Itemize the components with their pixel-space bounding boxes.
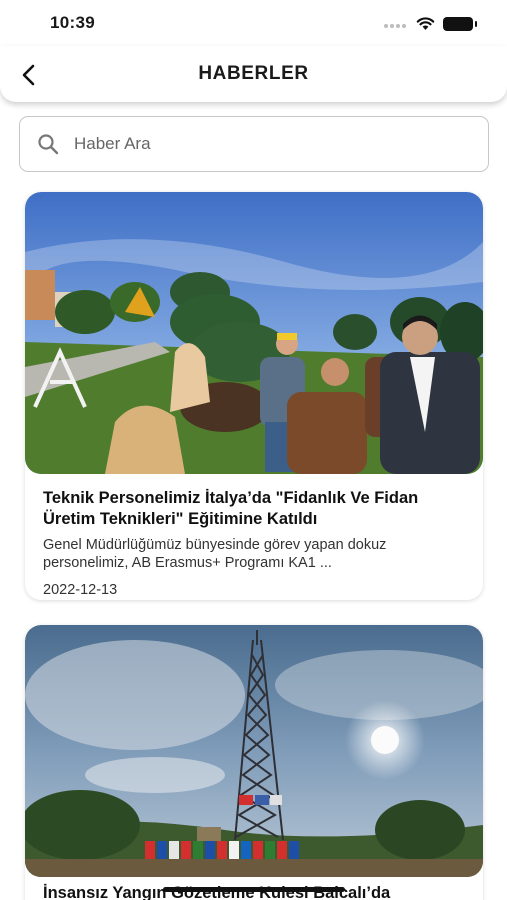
- page-title: HABERLER: [198, 63, 309, 84]
- search-icon: [38, 134, 59, 155]
- app-header: HABERLER: [0, 46, 507, 102]
- news-card[interactable]: Teknik Personelimiz İtalya’da "Fidanlık …: [25, 192, 483, 600]
- status-time: 10:39: [50, 13, 95, 32]
- status-bar: 10:39: [0, 0, 507, 46]
- news-image-garden-group[interactable]: [25, 192, 483, 474]
- search-input[interactable]: [74, 134, 454, 154]
- status-icons: [384, 15, 477, 33]
- home-indicator: [163, 887, 345, 892]
- cellular-signal-icon: [384, 15, 408, 33]
- wifi-icon: [416, 17, 435, 30]
- news-summary: Genel Müdürlüğümüz bünyesinde görev yapa…: [43, 537, 387, 571]
- battery-icon: [443, 17, 477, 31]
- news-image-fire-tower[interactable]: [25, 625, 483, 877]
- search-bar[interactable]: [19, 116, 489, 172]
- news-card[interactable]: İnsansız Yangın Gözetleme Kulesi Balcalı…: [25, 625, 483, 900]
- news-title: Teknik Personelimiz İtalya’da "Fidanlık …: [43, 489, 419, 528]
- news-date: 2022-12-13: [43, 582, 118, 598]
